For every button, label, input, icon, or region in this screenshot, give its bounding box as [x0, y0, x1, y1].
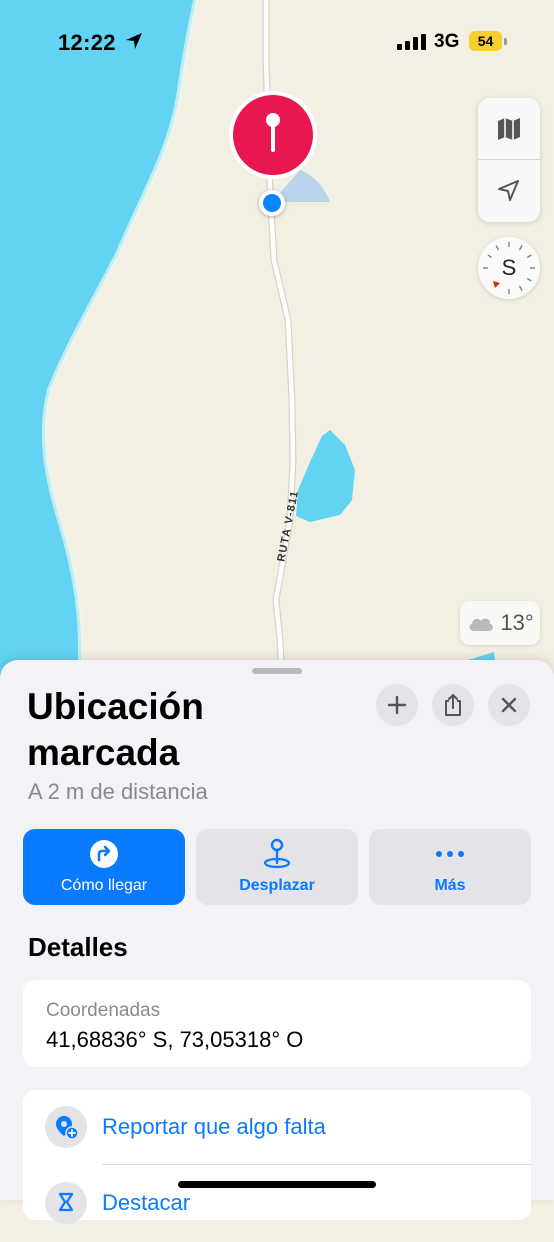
move-pin-button[interactable]: Desplazar [196, 829, 358, 905]
report-missing-icon [56, 1116, 79, 1140]
weather-temperature: 13° [500, 610, 534, 635]
home-indicator[interactable] [178, 1181, 376, 1188]
highlight-row[interactable]: Destacar [23, 1166, 531, 1242]
directions-label: Cómo llegar [60, 877, 148, 894]
coordinates-card[interactable]: Coordenadas 41,68836° S, 73,05318° O [23, 980, 531, 1067]
plus-icon [387, 695, 407, 715]
locate-me-button[interactable] [478, 160, 540, 222]
battery-level: 54 [469, 31, 502, 51]
marked-location-pin[interactable] [228, 90, 318, 180]
actions-list: Reportar que algo falta Destacar [23, 1090, 531, 1224]
coordinates-label: Coordenadas [46, 1000, 161, 1021]
add-button[interactable] [376, 684, 418, 726]
status-bar: 12:22 3G 54 [0, 0, 554, 80]
distance-label: A 2 m de distancia [28, 779, 208, 804]
more-label: Más [434, 877, 466, 894]
directions-icon [90, 840, 118, 868]
highlight-label: Destacar [102, 1190, 191, 1215]
sheet-grabber[interactable] [252, 668, 302, 674]
share-button[interactable] [432, 684, 474, 726]
close-icon [501, 697, 517, 713]
more-button[interactable]: Más [369, 829, 531, 905]
map-controls [478, 98, 540, 222]
place-title: Ubicación marcada [27, 686, 204, 773]
cellular-signal-icon [397, 34, 426, 50]
highlight-icon [58, 1192, 74, 1212]
more-icon [436, 851, 464, 857]
move-pin-label: Desplazar [239, 877, 315, 894]
weather-badge[interactable]: 13° [460, 601, 540, 645]
close-button[interactable] [488, 684, 530, 726]
directions-button[interactable]: Cómo llegar [23, 829, 185, 905]
network-type: 3G [434, 31, 460, 52]
location-arrow-icon [498, 180, 519, 201]
status-time: 12:22 [58, 30, 116, 55]
compass-button[interactable]: S [478, 237, 540, 299]
share-icon [445, 694, 461, 716]
location-services-icon [126, 33, 142, 49]
cloud-icon [469, 618, 494, 631]
compass-letter: S [501, 255, 517, 280]
map-mode-button[interactable] [478, 98, 540, 160]
map-view[interactable]: RUTA V-811 S 13° [0, 0, 554, 680]
place-sheet: Ubicación marcada A 2 m de distancia Cóm… [0, 660, 554, 1224]
move-pin-icon [263, 838, 291, 869]
user-location-dot [259, 190, 285, 216]
coordinates-value: 41,68836° S, 73,05318° O [46, 1027, 304, 1052]
details-heading: Detalles [28, 932, 128, 962]
report-missing-row[interactable]: Reportar que algo falta [23, 1090, 531, 1166]
map-icon [498, 118, 520, 140]
pin-icon [229, 91, 317, 179]
report-missing-label: Reportar que algo falta [102, 1114, 326, 1139]
battery-icon: 54 [469, 31, 507, 51]
